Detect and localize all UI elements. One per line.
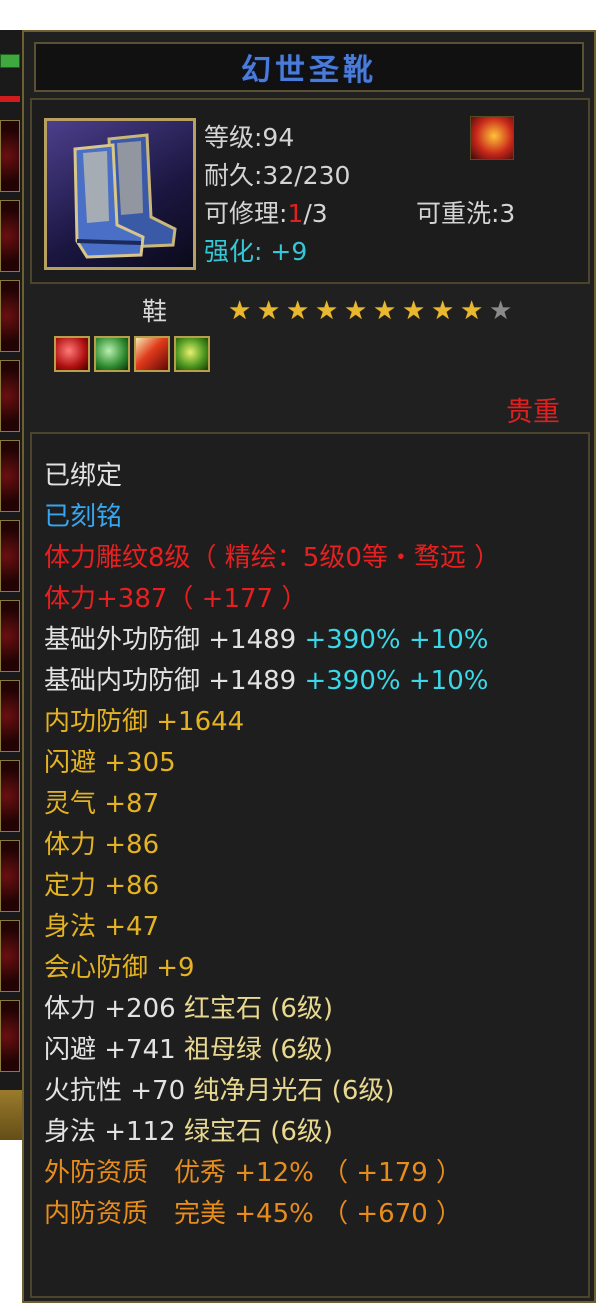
agility-line: 身法 +47 [44, 912, 160, 942]
item-name: 幻世圣靴 [241, 53, 377, 88]
gem-stat-line: 火抗性 +70 纯净月光石 (6级) [44, 1075, 395, 1107]
item-details: 已绑定 已刻铭 体力雕纹8级（ 精绘：5级0等・骛远 ） 体力+387（ +17… [30, 432, 590, 1298]
equipment-slot[interactable] [0, 600, 20, 672]
item-tooltip: 幻世圣靴 等级:94 耐久:32/230 可修理:1/3 可重洗:3 强化: +… [22, 30, 596, 1303]
gem-stat: 体力 +206 [44, 994, 176, 1024]
base-outer-def-pct2: +10% [408, 625, 489, 655]
quality-outer-line: 外防资质 优秀 +12% （ +179 ） [44, 1158, 463, 1188]
type-row: 鞋 ★ ★ ★ ★ ★ ★ ★ ★ ★ ★ 贵重 [30, 288, 590, 430]
equipment-slot[interactable] [0, 360, 20, 432]
base-inner-def-label: 基础内功防御 +1489 [44, 666, 297, 696]
equipment-slot[interactable] [0, 680, 20, 752]
boot-icon[interactable] [44, 118, 196, 270]
gem-stat: 火抗性 +70 [44, 1076, 186, 1106]
base-inner-def-line: 基础内功防御 +1489 +390% +10% [44, 665, 488, 697]
durability-label: 耐久:32/230 [204, 161, 351, 190]
red-gem-icon[interactable] [54, 336, 90, 372]
blank-area [0, 1140, 22, 1303]
dodge-line: 闪避 +305 [44, 748, 176, 778]
gem-sockets [54, 336, 210, 372]
star-filled-icon: ★ [257, 296, 281, 326]
base-outer-def-label: 基础外功防御 +1489 [44, 625, 297, 655]
star-empty-icon: ★ [489, 296, 513, 326]
gem-stat: 闪避 +741 [44, 1035, 176, 1065]
engraved-status: 已刻铭 [44, 502, 123, 532]
gem-name: 绿宝石 (6级) [183, 1117, 334, 1147]
gem-stat-line: 闪避 +741 祖母绿 (6级) [44, 1034, 333, 1066]
equipment-slot[interactable] [0, 440, 20, 512]
energy-bar [0, 96, 20, 102]
gem-stat-line: 体力 +206 红宝石 (6级) [44, 993, 333, 1025]
sidebar-tab[interactable] [0, 1090, 22, 1140]
star-filled-icon: ★ [286, 296, 310, 326]
equipment-slot[interactable] [0, 920, 20, 992]
star-filled-icon: ★ [228, 296, 252, 326]
title-bar: 幻世圣靴 [34, 42, 584, 92]
spirit-line: 灵气 +87 [44, 789, 160, 819]
repair-prefix: 可修理: [204, 199, 288, 228]
item-type: 鞋 [142, 297, 168, 326]
gem-stat: 身法 +112 [44, 1117, 176, 1147]
star-filled-icon: ★ [460, 296, 484, 326]
fire-gem-icon[interactable] [134, 336, 170, 372]
item-summary: 等级:94 耐久:32/230 可修理:1/3 可重洗:3 强化: +9 [30, 98, 590, 284]
crit-def-line: 会心防御 +9 [44, 953, 195, 983]
star-filled-icon: ★ [315, 296, 339, 326]
fire-emblem-icon[interactable] [470, 116, 514, 160]
rewash-label: 可重洗:3 [416, 199, 516, 228]
base-outer-def-pct1: +390% [304, 625, 401, 655]
stamina-line: 体力 +86 [44, 830, 160, 860]
repair-label: 可修理:1/3 [204, 194, 328, 230]
equipment-slot[interactable] [0, 1000, 20, 1072]
gem-name: 祖母绿 (6级) [183, 1035, 334, 1065]
star-filled-icon: ★ [344, 296, 368, 326]
equipment-slot[interactable] [0, 840, 20, 912]
lime-gem-icon[interactable] [174, 336, 210, 372]
star-filled-icon: ★ [431, 296, 455, 326]
equipment-slot[interactable] [0, 520, 20, 592]
base-inner-def-pct1: +390% [304, 666, 401, 696]
equipment-slot[interactable] [0, 280, 20, 352]
equipment-slot[interactable] [0, 760, 20, 832]
left-sidebar-strip [0, 30, 22, 1140]
enhance-label: 强化: +9 [204, 237, 308, 266]
rarity-label: 贵重 [506, 397, 560, 428]
star-rating: ★ ★ ★ ★ ★ ★ ★ ★ ★ ★ [228, 298, 515, 324]
base-inner-def-pct2: +10% [408, 666, 489, 696]
level-label: 等级:94 [204, 123, 295, 152]
base-outer-def-line: 基础外功防御 +1489 +390% +10% [44, 624, 488, 656]
equipment-slot[interactable] [0, 120, 20, 192]
repair-current: 1 [287, 199, 304, 228]
quality-inner-line: 内防资质 完美 +45% （ +670 ） [44, 1199, 463, 1229]
health-bar [0, 54, 20, 68]
carving-line: 体力雕纹8级（ 精绘：5级0等・骛远 ） [44, 543, 501, 573]
star-filled-icon: ★ [402, 296, 426, 326]
bound-status: 已绑定 [44, 461, 123, 491]
gem-stat-line: 身法 +112 绿宝石 (6级) [44, 1116, 333, 1148]
gem-name: 纯净月光石 (6级) [193, 1076, 395, 1106]
focus-line: 定力 +86 [44, 871, 160, 901]
equipment-slot[interactable] [0, 200, 20, 272]
star-filled-icon: ★ [373, 296, 397, 326]
stamina-bonus-line: 体力+387（ +177 ） [44, 584, 308, 614]
green-gem-icon[interactable] [94, 336, 130, 372]
repair-suffix: /3 [303, 199, 328, 228]
gem-name: 红宝石 (6级) [183, 994, 334, 1024]
inner-def-line: 内功防御 +1644 [44, 707, 245, 737]
